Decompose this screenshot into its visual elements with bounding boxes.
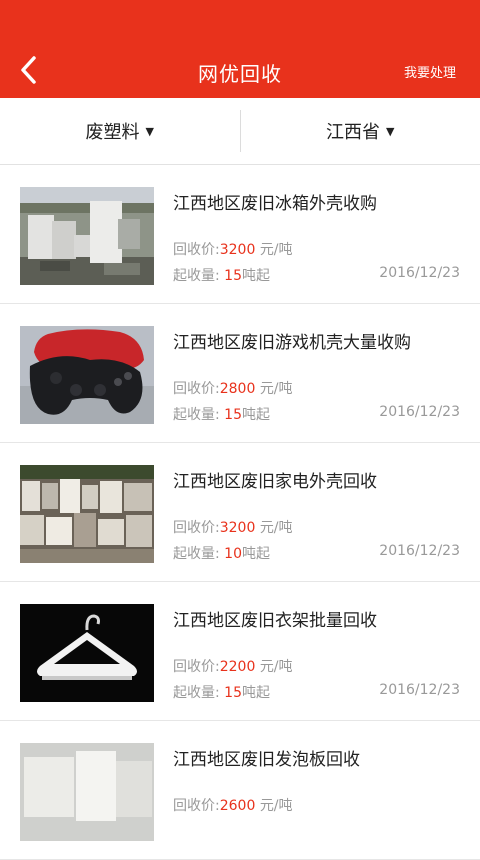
listing-date: 2016/12/23 (379, 404, 460, 420)
listing-title: 江西地区废旧发泡板回收 (173, 745, 360, 770)
listing-title: 江西地区废旧冰箱外壳收购 (173, 189, 377, 214)
list-item[interactable]: 江西地区废旧衣架批量回收 回收价:2200 元/吨 起收量: 15吨起 2016… (0, 582, 480, 721)
clothes-hanger-photo (20, 604, 154, 702)
listing-min-quantity: 起收量: 15吨起 (173, 682, 270, 702)
list-item[interactable]: 江西地区废旧家电外壳回收 回收价:3200 元/吨 起收量: 10吨起 2016… (0, 443, 480, 582)
triangle-down-icon: ▼ (386, 125, 394, 138)
listing-title: 江西地区废旧衣架批量回收 (173, 606, 377, 631)
listing-date: 2016/12/23 (379, 682, 460, 698)
listing-price: 回收价:2800 元/吨 (173, 378, 293, 398)
listing-date: 2016/12/23 (379, 265, 460, 281)
region-filter[interactable]: 江西省 ▼ (241, 98, 480, 164)
listing-min-quantity: 起收量: 10吨起 (173, 543, 270, 563)
handle-request-button[interactable]: 我要处理 (404, 62, 456, 81)
listing-list: 江西地区废旧冰箱外壳收购 回收价:3200 元/吨 起收量: 15吨起 2016… (0, 165, 480, 860)
listing-price: 回收价:3200 元/吨 (173, 517, 293, 537)
region-filter-label: 江西省 (326, 118, 380, 144)
refrigerator-scrap-photo (20, 187, 154, 285)
filter-bar: 废塑料 ▼ 江西省 ▼ (0, 98, 480, 165)
list-item[interactable]: 江西地区废旧冰箱外壳收购 回收价:3200 元/吨 起收量: 15吨起 2016… (0, 165, 480, 304)
listing-min-quantity: 起收量: 15吨起 (173, 265, 270, 285)
listing-price: 回收价:2600 元/吨 (173, 795, 293, 815)
category-filter[interactable]: 废塑料 ▼ (0, 98, 240, 164)
app-header: 网优回收 我要处理 (0, 0, 480, 98)
game-controller-photo (20, 326, 154, 424)
appliance-pile-photo (20, 465, 154, 563)
listing-title: 江西地区废旧游戏机壳大量收购 (173, 328, 411, 353)
listing-title: 江西地区废旧家电外壳回收 (173, 467, 377, 492)
category-filter-label: 废塑料 (86, 118, 140, 144)
list-item[interactable]: 江西地区废旧游戏机壳大量收购 回收价:2800 元/吨 起收量: 15吨起 20… (0, 304, 480, 443)
foam-board-photo (20, 743, 154, 841)
listing-min-quantity: 起收量: 15吨起 (173, 404, 270, 424)
triangle-down-icon: ▼ (146, 125, 154, 138)
list-item[interactable]: 江西地区废旧发泡板回收 回收价:2600 元/吨 (0, 721, 480, 860)
listing-date: 2016/12/23 (379, 543, 460, 559)
listing-price: 回收价:2200 元/吨 (173, 656, 293, 676)
listing-price: 回收价:3200 元/吨 (173, 239, 293, 259)
